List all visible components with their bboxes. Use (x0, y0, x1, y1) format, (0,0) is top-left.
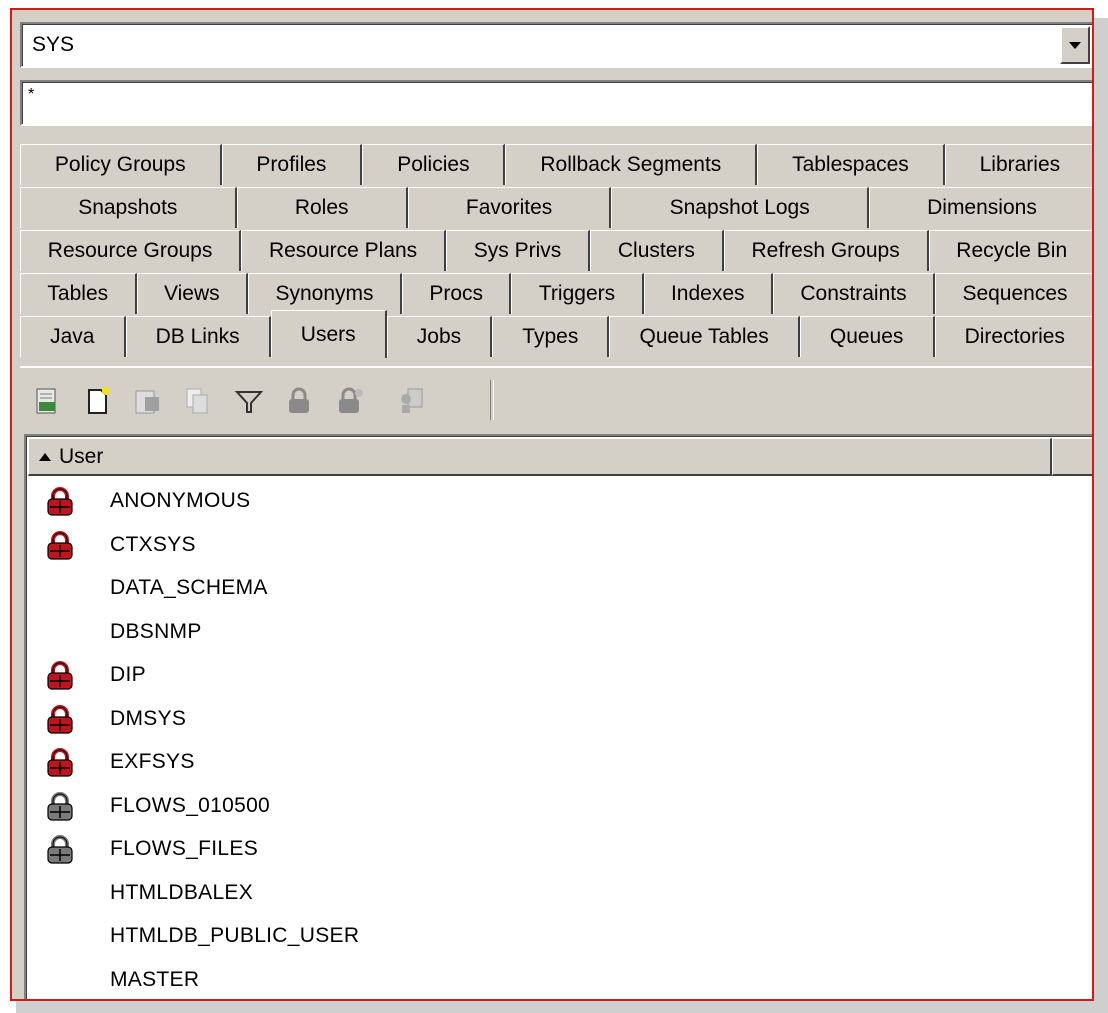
user-row[interactable]: EXFSYS (26, 741, 1092, 785)
user-row[interactable]: FLOWS_010500 (26, 785, 1092, 829)
tab-policies[interactable]: Policies (362, 144, 506, 185)
copy-icon (186, 388, 208, 414)
tab-rollback-segments[interactable]: Rollback Segments (505, 144, 758, 185)
tab-sequences[interactable]: Sequences (935, 273, 1092, 314)
tab-users[interactable]: Users (270, 310, 387, 358)
tab-resource-groups[interactable]: Resource Groups (20, 230, 242, 271)
user-name: MASTER (110, 967, 200, 991)
lock-icon (289, 387, 309, 413)
toolbar (20, 366, 1092, 430)
edit-icon (135, 390, 159, 414)
tab-synonyms[interactable]: Synonyms (248, 273, 402, 314)
user-row[interactable]: DIP (26, 654, 1092, 698)
new-button[interactable] (80, 384, 114, 418)
column-header-user[interactable]: User (28, 438, 1052, 476)
tab-snapshot-logs[interactable]: Snapshot Logs (611, 187, 869, 228)
filter-icon (234, 391, 264, 413)
tab-row: Resource Groups Resource Plans Sys Privs Cl… (20, 230, 1092, 272)
schema-browser-panel: SYS * Policy Groups Profiles Policies Rollb… (10, 8, 1094, 1001)
tab-tables[interactable]: Tables (20, 273, 137, 314)
tab-profiles[interactable]: Profiles (221, 144, 363, 185)
unlock-button[interactable] (332, 384, 366, 418)
unlock-icon (339, 387, 363, 413)
user-name: FLOWS_FILES (110, 837, 259, 860)
tab-tablespaces[interactable]: Tablespaces (757, 144, 945, 185)
tab-row: Java DB Links Users Jobs Types Queue Tables Qu… (20, 310, 1092, 358)
refresh-icon (36, 388, 56, 414)
user-name: DMSYS (110, 706, 187, 730)
filter-value: * (28, 86, 35, 103)
refresh-button[interactable] (30, 384, 64, 418)
tab-db-links[interactable]: DB Links (125, 316, 271, 357)
tab-queue-tables[interactable]: Queue Tables (609, 316, 800, 357)
report-button[interactable] (395, 384, 429, 418)
user-name: DIP (110, 663, 146, 686)
locked-expired-icon (46, 748, 74, 778)
tab-row: Tables Views Synonyms Procs Triggers Indexes C… (20, 273, 1092, 315)
tab-dimensions[interactable]: Dimensions (868, 187, 1092, 228)
object-filter-input[interactable]: * (20, 80, 1092, 126)
tab-resource-plans[interactable]: Resource Plans (241, 230, 446, 271)
tab-favorites[interactable]: Favorites (407, 187, 612, 228)
sort-ascending-icon (39, 452, 51, 461)
tab-policy-groups[interactable]: Policy Groups (20, 144, 222, 185)
tab-libraries[interactable]: Libraries (944, 144, 1092, 185)
column-header-filler (1052, 438, 1092, 476)
tab-snapshots[interactable]: Snapshots (20, 187, 237, 228)
user-row[interactable]: HTMLDBALEX (26, 872, 1092, 916)
tab-queues[interactable]: Queues (799, 316, 935, 357)
tab-java[interactable]: Java (20, 316, 126, 357)
column-header-label: User (59, 444, 104, 468)
user-name: HTMLDB_PUBLIC_USER (110, 924, 360, 947)
tab-clusters[interactable]: Clusters (590, 230, 724, 271)
locked-expired-icon (46, 530, 74, 561)
users-grid[interactable]: User ANONYMOUS CTXSYS DATA_SCHEMA DBSNMP DIP… (24, 434, 1092, 1000)
locked-expired-icon (46, 487, 74, 517)
locked-icon (46, 835, 74, 865)
user-row[interactable]: DMSYS (26, 698, 1092, 742)
tab-procs[interactable]: Procs (401, 273, 512, 314)
user-name: DBSNMP (110, 619, 202, 643)
tab-directories[interactable]: Directories (934, 316, 1092, 357)
copy-button[interactable] (180, 384, 214, 418)
tab-views[interactable]: Views (136, 273, 249, 314)
toolbar-separator (490, 380, 494, 420)
tab-sys-privs[interactable]: Sys Privs (445, 230, 591, 271)
locked-expired-icon (46, 704, 74, 735)
locked-expired-icon (46, 661, 74, 691)
tab-constraints[interactable]: Constraints (772, 273, 936, 314)
report-icon (401, 388, 423, 413)
edit-button[interactable] (130, 384, 164, 418)
new-icon (88, 387, 110, 414)
tab-recycle-bin[interactable]: Recycle Bin (928, 230, 1092, 271)
user-row[interactable]: FLOWS_FILES (26, 828, 1092, 872)
tab-indexes[interactable]: Indexes (643, 273, 773, 314)
tab-row: Snapshots Roles Favorites Snapshot Logs Dime… (20, 187, 1092, 229)
user-name: HTMLDBALEX (110, 880, 254, 904)
lock-button[interactable] (282, 384, 316, 418)
tab-roles[interactable]: Roles (236, 187, 408, 228)
user-row[interactable]: MASTER (26, 959, 1092, 1000)
user-name: DATA_SCHEMA (110, 576, 268, 599)
dropdown-button[interactable] (1060, 26, 1090, 64)
filter-button[interactable] (232, 384, 266, 418)
tab-refresh-groups[interactable]: Refresh Groups (723, 230, 929, 271)
user-name: FLOWS_010500 (110, 793, 271, 817)
user-row[interactable]: CTXSYS (26, 524, 1092, 568)
tab-jobs[interactable]: Jobs (386, 316, 493, 357)
tab-triggers[interactable]: Triggers (511, 273, 644, 314)
chevron-down-icon (1069, 42, 1081, 49)
user-row[interactable]: DBSNMP (26, 611, 1092, 655)
user-row[interactable]: ANONYMOUS (26, 480, 1092, 524)
user-name: ANONYMOUS (110, 489, 251, 512)
tab-row: Policy Groups Profiles Policies Rollback Se… (20, 144, 1092, 186)
tab-types[interactable]: Types (492, 316, 610, 357)
user-row[interactable]: DATA_SCHEMA (26, 567, 1092, 611)
schema-dropdown-value: SYS (32, 33, 75, 56)
user-name: EXFSYS (110, 750, 195, 773)
locked-icon (46, 791, 74, 822)
user-row[interactable]: HTMLDB_PUBLIC_USER (26, 915, 1092, 959)
schema-dropdown[interactable]: SYS (20, 22, 1092, 68)
user-name: CTXSYS (110, 532, 196, 556)
